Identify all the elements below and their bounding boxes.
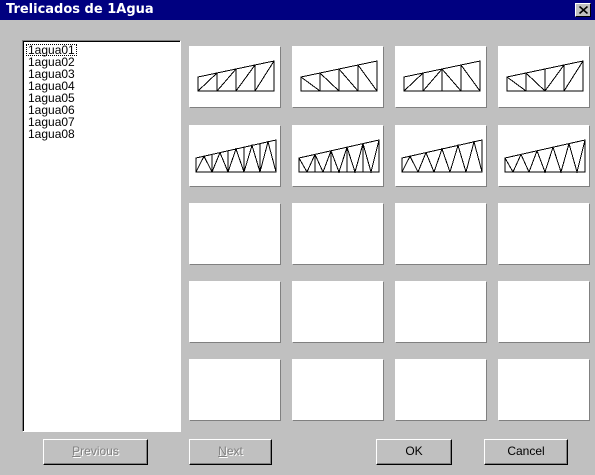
cancel-label: Cancel	[507, 444, 545, 458]
truss-listbox[interactable]: 1agua01 1agua02 1agua03 1agua04 1agua05 1agua…	[22, 40, 181, 432]
truss-thumbnail[interactable]	[189, 125, 281, 187]
title-bar[interactable]: Trelicados de 1Agua	[0, 0, 595, 20]
empty-thumbnail-slot[interactable]	[498, 281, 590, 343]
empty-thumbnail-slot[interactable]	[292, 281, 384, 343]
truss-diagram-icon	[506, 60, 584, 92]
truss-diagram-icon	[300, 60, 378, 92]
truss-diagram-icon	[195, 139, 277, 173]
previous-button[interactable]: Previous	[43, 439, 148, 465]
window-title: Trelicados de 1Agua	[6, 2, 154, 17]
truss-diagram-icon	[298, 139, 380, 174]
truss-selection-dialog: Trelicados de 1Agua 1agua01 1agua02 1agua0…	[0, 0, 595, 475]
next-mnemonic: N	[218, 444, 227, 458]
previous-mnemonic: P	[72, 444, 81, 458]
next-label: ext	[226, 444, 243, 458]
empty-thumbnail-slot[interactable]	[395, 281, 487, 343]
empty-thumbnail-slot[interactable]	[395, 203, 487, 265]
next-button[interactable]: Next	[189, 439, 272, 465]
empty-thumbnail-slot[interactable]	[189, 203, 281, 265]
empty-thumbnail-slot[interactable]	[498, 203, 590, 265]
empty-thumbnail-slot[interactable]	[189, 359, 281, 421]
truss-thumbnail[interactable]	[498, 125, 590, 187]
empty-thumbnail-slot[interactable]	[292, 359, 384, 421]
truss-thumbnail[interactable]	[189, 46, 281, 108]
close-button[interactable]	[575, 3, 591, 17]
truss-thumbnail[interactable]	[395, 46, 487, 108]
previous-label: revious	[80, 444, 119, 458]
truss-thumbnail[interactable]	[395, 125, 487, 187]
truss-thumbnail[interactable]	[292, 125, 384, 187]
empty-thumbnail-slot[interactable]	[292, 203, 384, 265]
ok-button[interactable]: OK	[376, 439, 452, 465]
truss-thumbnail[interactable]	[292, 46, 384, 108]
list-item[interactable]: 1agua08	[26, 128, 77, 140]
truss-diagram-icon	[197, 60, 275, 92]
truss-diagram-icon	[403, 60, 481, 92]
empty-thumbnail-slot[interactable]	[395, 359, 487, 421]
empty-thumbnail-slot[interactable]	[498, 359, 590, 421]
truss-diagram-icon	[401, 139, 483, 173]
ok-label: OK	[405, 444, 423, 458]
cancel-button[interactable]: Cancel	[484, 439, 568, 465]
truss-diagram-icon	[504, 139, 586, 174]
truss-list: 1agua01 1agua02 1agua03 1agua04 1agua05 1agua…	[26, 44, 77, 140]
empty-thumbnail-slot[interactable]	[189, 281, 281, 343]
truss-thumbnail[interactable]	[498, 46, 590, 108]
close-icon	[579, 6, 588, 14]
